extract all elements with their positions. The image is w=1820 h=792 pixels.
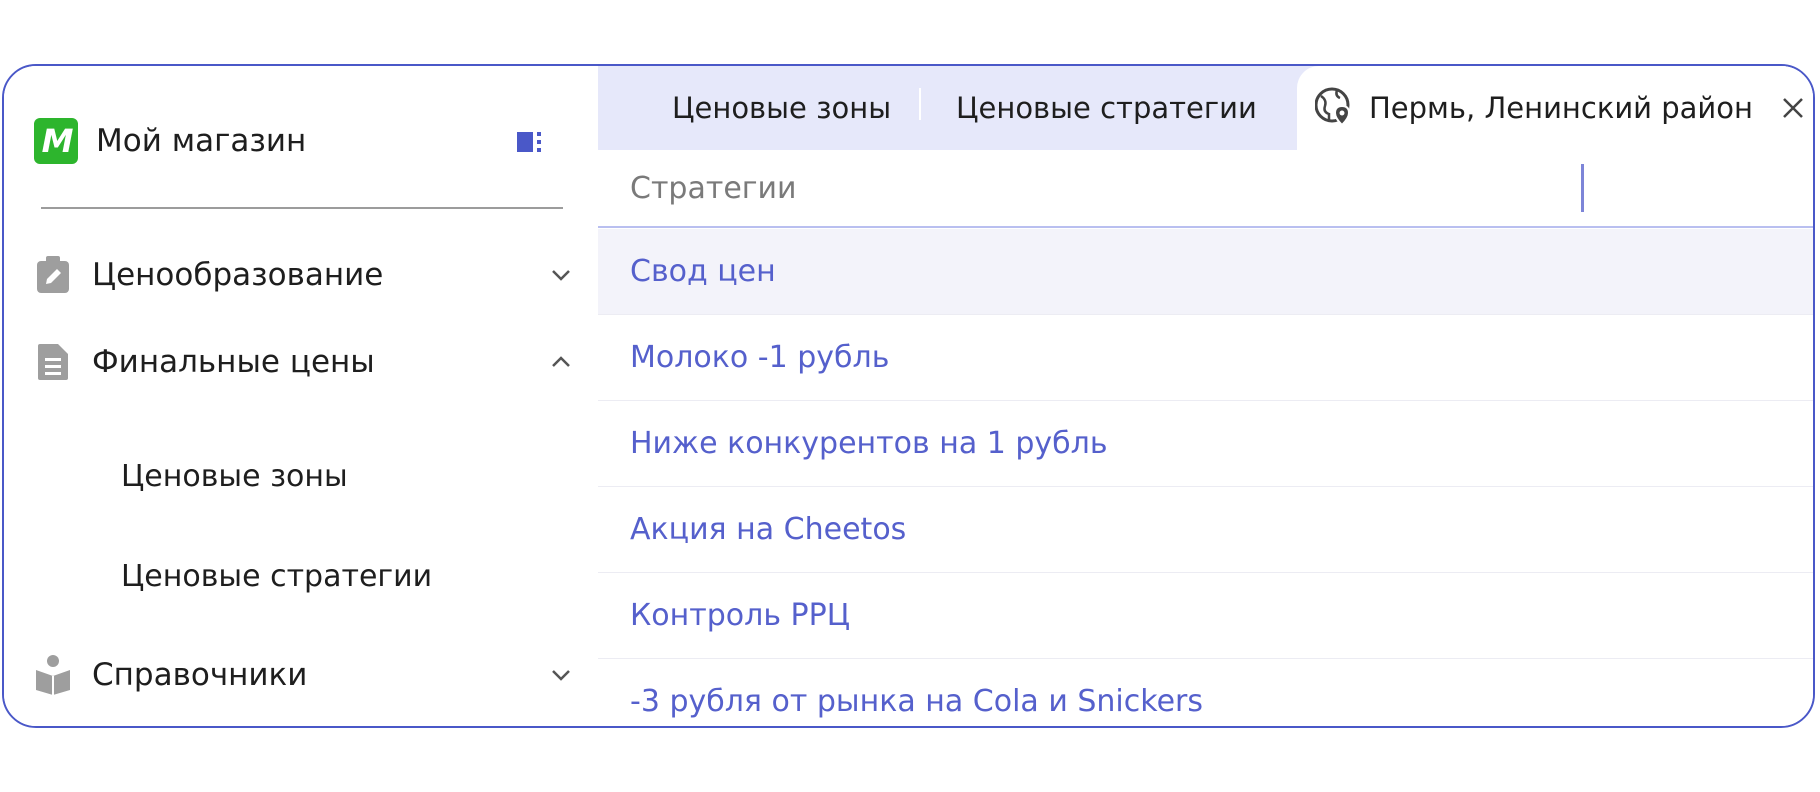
clipboard-edit-icon — [34, 254, 72, 296]
book-reader-icon — [34, 654, 72, 696]
sidebar-subitem-price-strategies[interactable]: Ценовые стратегии — [121, 559, 432, 594]
list-item[interactable]: Свод цен — [598, 229, 1813, 315]
list-item[interactable]: -3 рубля от рынка на Cola и Snickers — [598, 659, 1813, 726]
chevron-down-icon[interactable] — [548, 262, 574, 288]
list-item[interactable]: Контроль РРЦ — [598, 573, 1813, 659]
sidebar-subitem-price-zones[interactable]: Ценовые зоны — [121, 459, 348, 494]
brand[interactable]: M Мой магазин — [34, 118, 306, 164]
list-item[interactable]: Акция на Cheetos — [598, 487, 1813, 573]
brand-logo: M — [34, 118, 78, 164]
tab-price-strategies[interactable]: Ценовые стратегии — [956, 66, 1257, 150]
strategy-list: Свод цен Молоко -1 рубль Ниже конкуренто… — [598, 229, 1813, 726]
strategy-search-row — [598, 150, 1813, 228]
list-item[interactable]: Молоко -1 рубль — [598, 315, 1813, 401]
sidebar-item-final-prices[interactable]: Финальные цены — [34, 334, 574, 390]
tab-region-label: Пермь, Ленинский район — [1369, 91, 1753, 125]
chevron-down-icon[interactable] — [548, 662, 574, 688]
tab-bar: Ценовые зоны Ценовые стратегии Пермь, Ле… — [598, 66, 1813, 150]
sidebar-item-label: Справочники — [92, 657, 308, 693]
sidebar: M Мой магазин Ценообразование Финальные … — [4, 66, 598, 726]
sidebar-divider — [41, 207, 563, 209]
list-item[interactable]: Ниже конкурентов на 1 рубль — [598, 401, 1813, 487]
sidebar-item-references[interactable]: Справочники — [34, 647, 574, 703]
tab-active-region[interactable]: Пермь, Ленинский район — [1297, 66, 1813, 150]
tab-separator — [919, 88, 921, 120]
tab-price-zones[interactable]: Ценовые зоны — [672, 66, 891, 150]
globe-pin-icon — [1314, 86, 1353, 130]
sidebar-item-label: Финальные цены — [92, 344, 375, 380]
sidebar-collapse-icon[interactable] — [516, 130, 546, 154]
chevron-up-icon[interactable] — [548, 349, 574, 375]
main-content: Ценовые зоны Ценовые стратегии Пермь, Ле… — [598, 66, 1813, 726]
document-icon — [34, 341, 72, 383]
brand-name: Мой магазин — [96, 123, 307, 159]
sidebar-item-pricing[interactable]: Ценообразование — [34, 247, 574, 303]
close-icon[interactable] — [1781, 96, 1805, 120]
app-window: M Мой магазин Ценообразование Финальные … — [2, 64, 1815, 728]
strategy-search-input[interactable] — [630, 160, 1570, 216]
input-divider — [1581, 164, 1584, 212]
sidebar-item-label: Ценообразование — [92, 257, 384, 293]
